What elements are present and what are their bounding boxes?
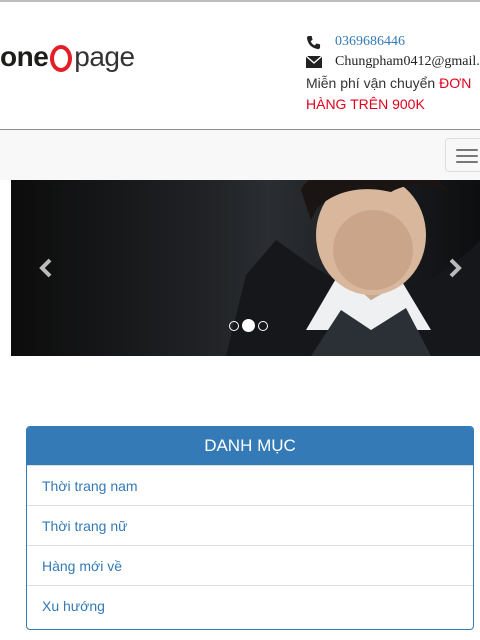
- email-text[interactable]: Chungpham0412@gmail.com: [335, 54, 480, 70]
- carousel-indicators: [229, 319, 268, 332]
- category-item-men[interactable]: Thời trang nam: [27, 465, 473, 505]
- navbar: [0, 129, 480, 180]
- logo-text-one: one: [0, 41, 49, 72]
- envelope-icon: [306, 54, 322, 70]
- phone-row: 0369686446: [306, 32, 480, 52]
- logo-o-mark: [50, 44, 73, 72]
- carousel-indicator[interactable]: [258, 320, 268, 331]
- carousel-next-button[interactable]: [446, 258, 464, 278]
- category-item-new[interactable]: Hàng mới về: [27, 545, 473, 585]
- hamburger-icon: [456, 149, 478, 151]
- phone-link[interactable]: 0369686446: [335, 34, 405, 50]
- category-item-women[interactable]: Thời trang nữ: [27, 505, 473, 545]
- category-panel: DANH MỤC Thời trang nam Thời trang nữ Hà…: [26, 426, 474, 630]
- phone-icon: [306, 34, 322, 50]
- hamburger-icon: [456, 155, 478, 157]
- category-item-trends[interactable]: Xu hướng: [27, 585, 473, 625]
- email-row: Chungpham0412@gmail.com: [306, 52, 480, 72]
- category-title: DANH MỤC: [27, 427, 473, 465]
- hero-carousel: [11, 180, 480, 356]
- contact-info: 0369686446 Chungpham0412@gmail.com Miễn …: [306, 32, 480, 115]
- carousel-prev-button[interactable]: [37, 258, 55, 278]
- logo-text-page: page: [74, 41, 135, 72]
- shipping-notice: Miễn phí vận chuyển ĐƠN HÀNG TRÊN 900K: [306, 73, 478, 115]
- site-logo[interactable]: one page: [0, 39, 135, 75]
- navbar-toggle-button[interactable]: [445, 138, 480, 172]
- carousel-indicator-active[interactable]: [242, 319, 255, 332]
- hamburger-icon: [456, 161, 478, 163]
- shipping-prefix: Miễn phí vận chuyển: [306, 75, 440, 91]
- site-header: one page 0369686446 Chungpham0412@gmail.…: [0, 2, 480, 129]
- carousel-indicator[interactable]: [229, 320, 239, 331]
